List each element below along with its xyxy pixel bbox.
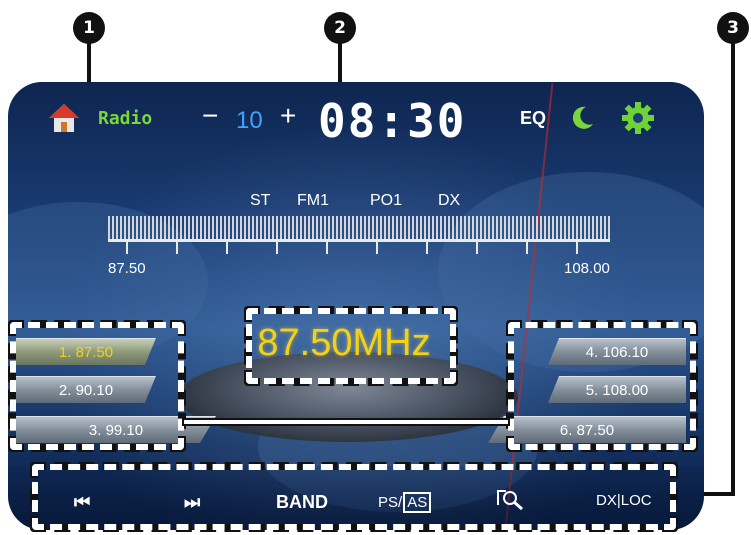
preset-page-tag: PO1	[370, 192, 403, 209]
stereo-tag: ST	[250, 192, 271, 209]
clock: 08:30	[318, 94, 467, 148]
home-icon[interactable]	[48, 102, 80, 134]
callout-leader-3	[731, 40, 735, 496]
highlight-controls	[32, 464, 676, 530]
gear-icon[interactable]	[620, 100, 656, 136]
app-label: Radio	[98, 108, 153, 129]
scale-tick	[176, 242, 178, 254]
band-tag: FM1	[297, 192, 329, 209]
highlight-right-presets	[508, 322, 696, 450]
dx-tag: DX	[438, 192, 461, 209]
scale-tick	[226, 242, 228, 254]
scale-tick	[476, 242, 478, 254]
highlight-frequency	[246, 308, 456, 384]
volume-up-button[interactable]: +	[280, 100, 296, 132]
scale-tick	[426, 242, 428, 254]
frequency-scale-base	[108, 239, 610, 242]
moon-icon[interactable]	[568, 104, 596, 132]
preset-group-connector	[184, 420, 508, 424]
top-bar: Radio − 10 + 08:30 EQ	[8, 82, 704, 152]
volume-value: 10	[236, 107, 263, 134]
scale-tick	[526, 242, 528, 254]
scale-tick	[326, 242, 328, 254]
scale-tick	[576, 242, 578, 254]
frequency-scale[interactable]	[108, 216, 610, 240]
scale-max-label: 108.00	[564, 260, 610, 277]
highlight-left-presets	[10, 322, 184, 450]
scale-tick	[376, 242, 378, 254]
scale-min-label: 87.50	[108, 260, 146, 277]
scale-tick	[276, 242, 278, 254]
eq-button[interactable]: EQ	[520, 108, 546, 129]
scale-tick	[126, 242, 128, 254]
volume-down-button[interactable]: −	[202, 100, 218, 132]
